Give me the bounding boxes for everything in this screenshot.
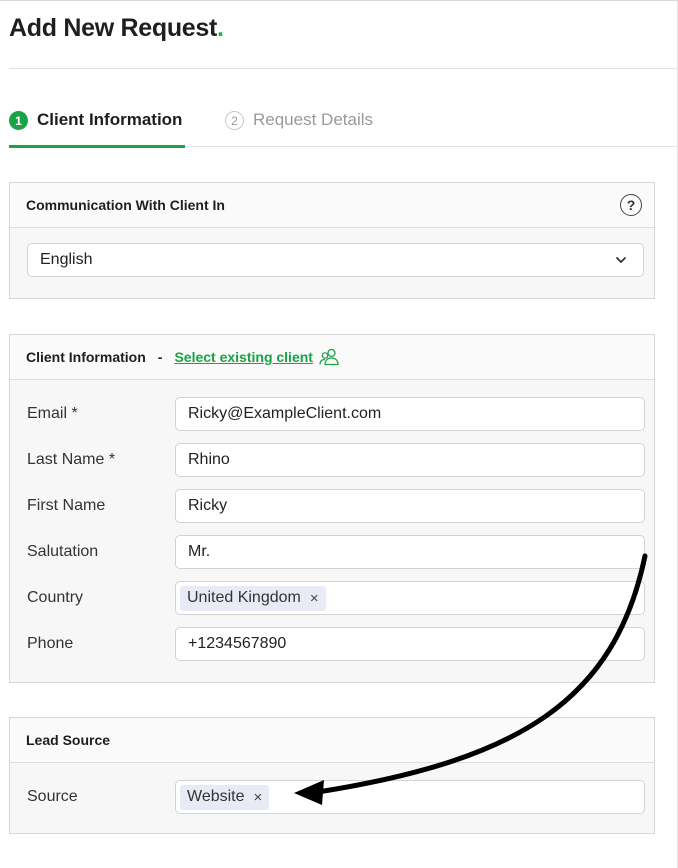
source-label: Source (27, 788, 78, 805)
last-name-field[interactable]: Rhino (175, 443, 645, 477)
tab-label: Request Details (253, 110, 374, 129)
page-border (0, 0, 678, 1)
country-chip-label: United Kingdom (187, 589, 301, 606)
step-tabs: 1 Client Information 2 Request Details (9, 100, 678, 148)
active-tab-indicator (9, 145, 185, 148)
phone-label: Phone (27, 635, 74, 652)
communication-card-body: English (10, 228, 654, 298)
language-value: English (40, 251, 93, 268)
last-name-label: Last Name * (27, 451, 116, 468)
country-chip: United Kingdom × (180, 585, 326, 611)
country-row: Country United Kingdom × (10, 581, 656, 615)
salutation-row: Salutation Mr. (10, 535, 656, 569)
lead-source-card-body: Source Website × (10, 763, 654, 833)
salutation-label: Salutation (27, 543, 99, 560)
country-field[interactable]: United Kingdom × (175, 581, 645, 615)
phone-field[interactable]: +1234567890 (175, 627, 645, 661)
communication-card-header: Communication With Client In ? (10, 183, 654, 228)
tab-client-information[interactable]: 1 Client Information (9, 100, 185, 148)
language-select[interactable]: English (27, 243, 644, 277)
source-chip-label: Website (187, 788, 245, 805)
salutation-field[interactable]: Mr. (175, 535, 645, 569)
client-card-body: Email * Ricky@ExampleClient.com Last Nam… (10, 380, 654, 682)
select-existing-client-link[interactable]: Select existing client (174, 349, 313, 365)
chevron-down-icon (616, 257, 626, 263)
step-number-2: 2 (225, 111, 244, 130)
step-number-1: 1 (9, 111, 28, 130)
client-information-card: Client Information - Select existing cli… (9, 334, 655, 683)
phone-row: Phone +1234567890 (10, 627, 656, 661)
close-icon[interactable]: × (254, 789, 263, 806)
help-icon[interactable]: ? (620, 194, 642, 216)
source-chip: Website × (180, 784, 270, 810)
email-field[interactable]: Ricky@ExampleClient.com (175, 397, 645, 431)
first-name-label: First Name (27, 497, 106, 514)
email-label: Email * (27, 405, 78, 422)
email-row: Email * Ricky@ExampleClient.com (10, 397, 656, 431)
first-name-row: First Name Ricky (10, 489, 656, 523)
tab-request-details[interactable]: 2 Request Details (225, 100, 373, 147)
country-label: Country (27, 589, 84, 606)
close-icon[interactable]: × (310, 590, 319, 607)
first-name-field[interactable]: Ricky (175, 489, 645, 523)
client-heading: Client Information (26, 349, 146, 365)
communication-heading: Communication With Client In (26, 197, 225, 213)
page-title: Add New Request. (9, 14, 224, 42)
lead-source-heading: Lead Source (26, 732, 111, 748)
lead-source-card-header: Lead Source (10, 718, 654, 763)
last-name-row: Last Name * Rhino (10, 443, 656, 477)
lead-source-card: Lead Source Source Website × (9, 717, 655, 834)
communication-card: Communication With Client In ? English (9, 182, 655, 299)
tab-label: Client Information (37, 110, 183, 129)
client-card-header: Client Information - Select existing cli… (10, 335, 654, 380)
source-row: Source Website × (10, 780, 656, 814)
source-field[interactable]: Website × (175, 780, 645, 814)
title-dot: . (217, 14, 224, 42)
users-icon[interactable] (319, 348, 339, 366)
header-divider (9, 68, 678, 69)
heading-separator: - (157, 349, 163, 365)
